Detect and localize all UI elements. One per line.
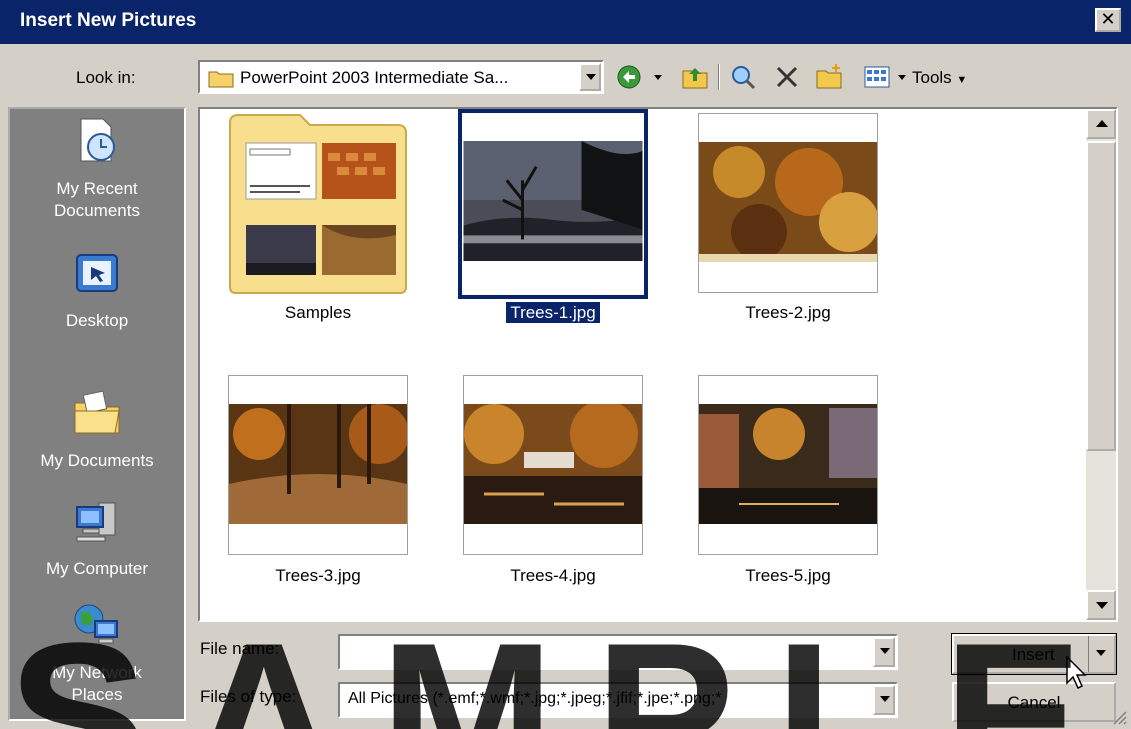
look-in-label: Look in: xyxy=(76,68,136,87)
file-caption: Trees-4.jpg xyxy=(510,566,596,585)
cancel-button-label: Cancel xyxy=(1007,693,1061,712)
place-my-network-places[interactable]: My Network Places xyxy=(10,599,184,706)
up-one-level-icon[interactable] xyxy=(680,62,710,92)
views-dropdown-icon[interactable] xyxy=(896,62,908,92)
file-item-trees-4[interactable] xyxy=(463,375,643,555)
look-in-dropdown-arrow[interactable] xyxy=(579,63,601,91)
file-caption: Trees-2.jpg xyxy=(745,303,831,322)
look-in-value: PowerPoint 2003 Intermediate Sa... xyxy=(240,68,509,87)
place-label: My Documents xyxy=(40,451,154,470)
insert-button[interactable]: Insert xyxy=(951,633,1117,675)
file-name-dropdown-arrow[interactable] xyxy=(873,637,895,667)
resize-grip-icon[interactable] xyxy=(1111,709,1127,725)
files-of-type-dropdown[interactable]: All Pictures (*.emf;*.wmf;*.jpg;*.jpeg;*… xyxy=(338,682,898,718)
file-caption: Trees-5.jpg xyxy=(745,566,831,585)
network-places-icon xyxy=(74,604,118,644)
insert-button-label: Insert xyxy=(1012,645,1055,664)
file-caption: Samples xyxy=(284,303,352,322)
tools-menu[interactable]: Tools ▼ xyxy=(912,68,967,88)
look-in-dropdown[interactable]: PowerPoint 2003 Intermediate Sa... xyxy=(198,60,604,94)
place-desktop[interactable]: Desktop xyxy=(10,247,184,332)
my-documents-icon xyxy=(74,390,120,434)
file-item-trees-1[interactable] xyxy=(458,109,648,299)
recent-documents-icon xyxy=(80,118,115,162)
trees-1-thumbnail xyxy=(463,141,643,261)
tools-label: Tools xyxy=(912,68,952,87)
close-button[interactable]: ✕ xyxy=(1095,8,1121,32)
folder-icon xyxy=(208,71,234,88)
place-label: My Recent xyxy=(56,179,138,198)
file-item-samples[interactable] xyxy=(228,113,408,294)
views-icon[interactable] xyxy=(862,62,892,92)
delete-icon[interactable] xyxy=(772,62,802,92)
new-folder-icon[interactable] xyxy=(814,62,844,92)
vertical-scrollbar[interactable] xyxy=(1086,109,1116,620)
trees-5-thumbnail xyxy=(699,404,877,524)
place-label: My Network xyxy=(52,663,142,682)
place-label: Desktop xyxy=(65,311,129,330)
search-web-icon[interactable] xyxy=(728,62,758,92)
files-of-type-value: All Pictures (*.emf;*.wmf;*.jpg;*.jpeg;*… xyxy=(348,690,722,707)
samples-folder-thumbnail xyxy=(229,114,407,294)
desktop-icon xyxy=(76,254,118,292)
insert-dropdown-arrow[interactable] xyxy=(1088,636,1114,672)
back-dropdown-icon[interactable] xyxy=(652,62,664,92)
title-bar: Insert New Pictures ✕ xyxy=(0,0,1131,44)
file-caption: Trees-1.jpg xyxy=(453,301,653,324)
window-title: Insert New Pictures xyxy=(20,10,197,31)
file-name-field[interactable] xyxy=(338,634,898,670)
files-of-type-label: Files of type: xyxy=(200,687,297,706)
place-label: My Computer xyxy=(45,559,149,578)
toolbar-separator xyxy=(718,64,720,90)
scroll-thumb[interactable] xyxy=(1086,141,1116,451)
scroll-up-button[interactable] xyxy=(1086,109,1116,139)
cancel-button[interactable]: Cancel xyxy=(952,682,1116,722)
file-caption: Trees-3.jpg xyxy=(275,566,361,585)
scroll-down-button[interactable] xyxy=(1086,590,1116,620)
file-name-label: File name: xyxy=(200,639,280,658)
file-item-trees-2[interactable] xyxy=(698,113,878,293)
trees-4-thumbnail xyxy=(464,404,642,524)
tools-dropdown-icon: ▼ xyxy=(956,74,968,86)
file-item-trees-3[interactable] xyxy=(228,375,408,555)
back-icon[interactable] xyxy=(614,62,644,92)
place-label: Documents xyxy=(54,201,140,220)
file-item-trees-5[interactable] xyxy=(698,375,878,555)
mouse-cursor-icon xyxy=(1066,656,1087,690)
place-my-computer[interactable]: My Computer xyxy=(10,495,184,580)
place-label: Places xyxy=(71,685,123,704)
my-computer-icon xyxy=(76,502,116,542)
files-of-type-dropdown-arrow[interactable] xyxy=(873,685,895,715)
place-my-documents[interactable]: My Documents xyxy=(10,387,184,472)
place-my-recent-documents[interactable]: My Recent Documents xyxy=(10,115,184,222)
file-list-view[interactable]: Samples Trees-1.jpg Trees-2.jpg Trees-3.… xyxy=(198,107,1118,622)
trees-3-thumbnail xyxy=(229,404,407,524)
trees-2-thumbnail xyxy=(699,142,877,262)
places-bar: My Recent Documents Desktop My Documents… xyxy=(8,107,186,721)
